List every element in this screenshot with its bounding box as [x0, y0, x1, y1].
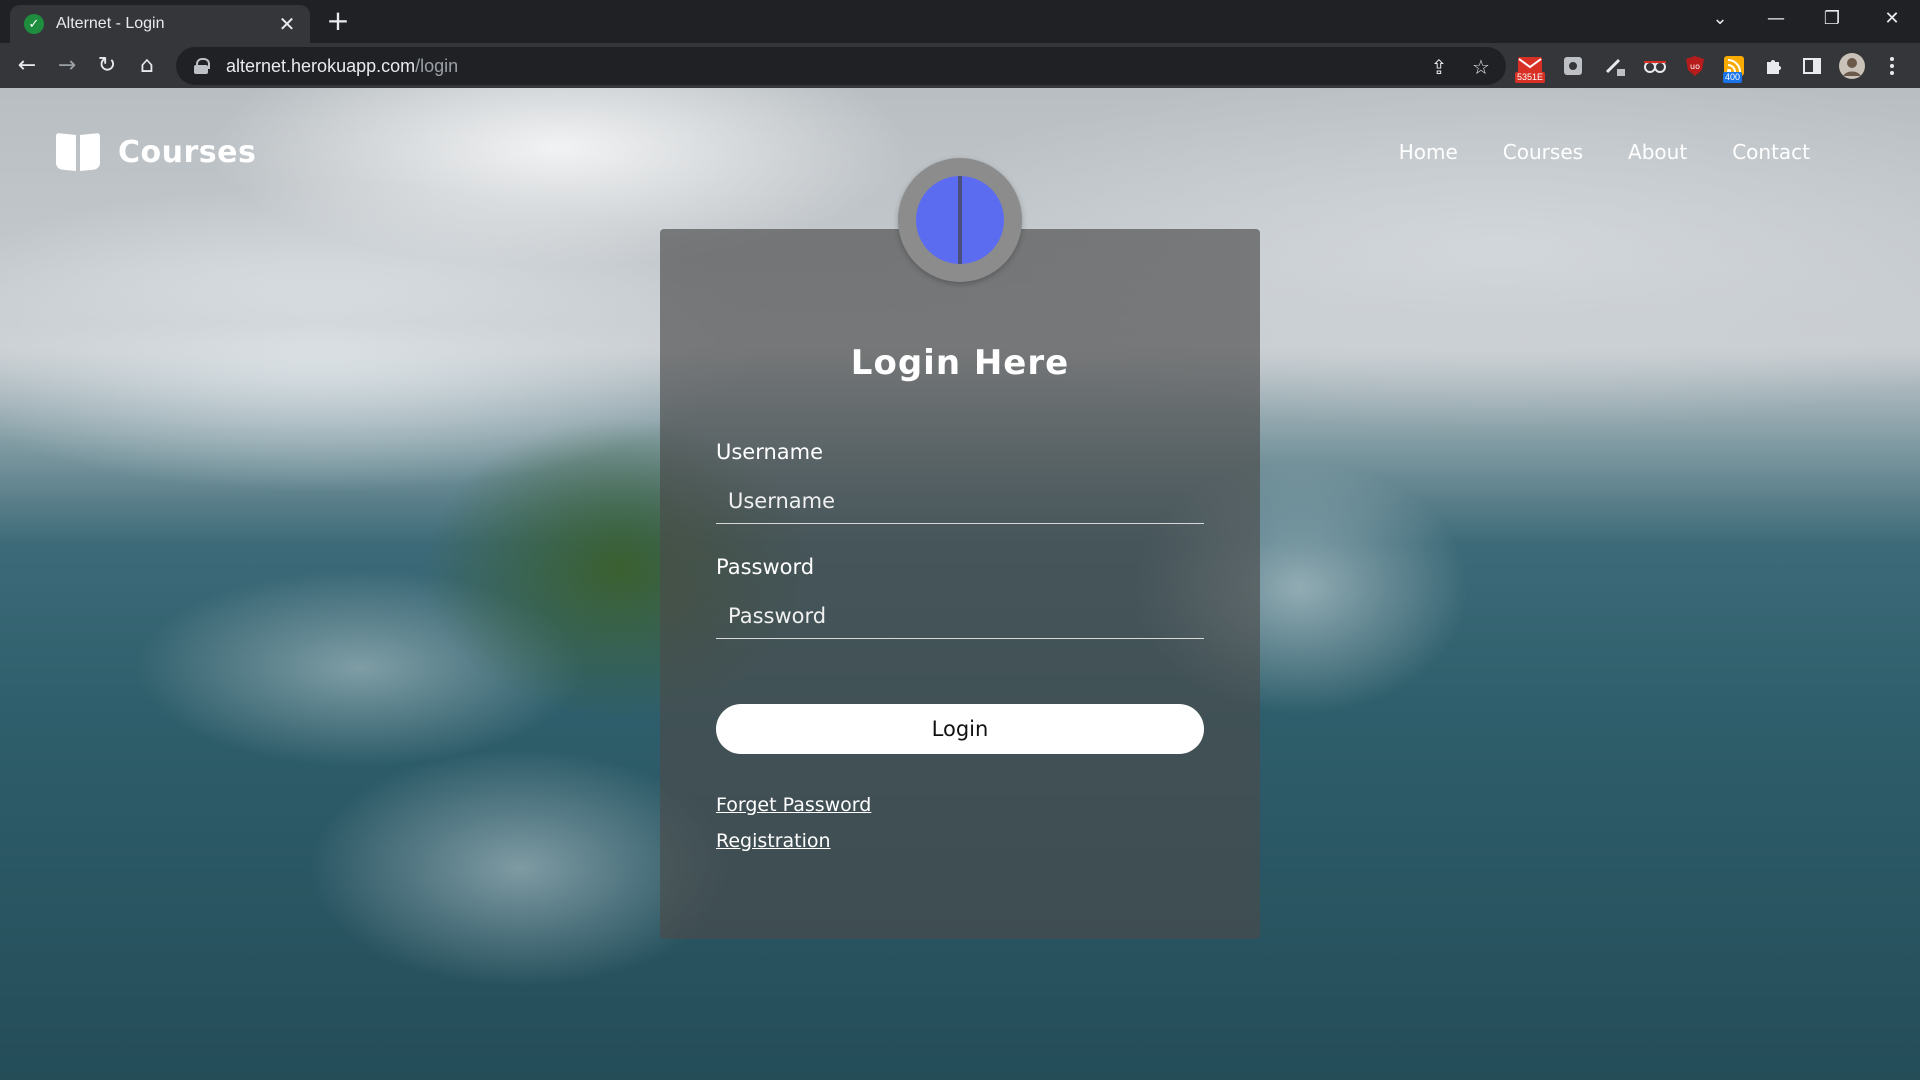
restore-window-icon[interactable]: ❐ [1804, 0, 1860, 38]
username-label: Username [716, 440, 824, 464]
tab-search-chevron-icon[interactable]: ⌄ [1692, 0, 1748, 38]
url-text: alternet.herokuapp.com/login [226, 56, 458, 77]
nav-link-courses[interactable]: Courses [1503, 140, 1583, 164]
side-panel-icon[interactable] [1797, 51, 1827, 81]
url-path: /login [415, 55, 459, 76]
glasses-extension-icon[interactable] [1640, 51, 1670, 81]
site-logo[interactable]: Courses [56, 132, 256, 172]
open-book-icon [56, 132, 100, 172]
lock-icon[interactable] [194, 58, 210, 74]
tab-title: Alternet - Login [56, 15, 165, 32]
bookmark-star-icon[interactable]: ☆ [1470, 56, 1492, 78]
rss-feed-extension-icon[interactable]: 400 [1719, 51, 1749, 83]
username-input[interactable] [716, 478, 1204, 524]
gmail-unread-badge: 5351E [1515, 72, 1546, 83]
minimize-window-icon[interactable]: — [1748, 0, 1804, 38]
share-icon[interactable]: ⇪ [1428, 56, 1450, 78]
login-avatar [898, 158, 1022, 282]
browser-toolbar: ← → ↻ ⌂ alternet.herokuapp.com/login ⇪ ☆… [0, 43, 1920, 88]
home-icon[interactable]: ⌂ [130, 49, 164, 83]
login-title: Login Here [850, 343, 1070, 383]
rss-count-badge: 400 [1723, 72, 1743, 83]
back-arrow-icon[interactable]: ← [10, 49, 44, 83]
site-navigation: Home Courses About Contact [1399, 140, 1810, 164]
pen-tool-extension-icon[interactable] [1600, 51, 1630, 81]
browser-tab-active[interactable]: ✓ Alternet - Login ✕ [10, 5, 310, 43]
tab-close-icon[interactable]: ✕ [276, 12, 298, 36]
svg-text:uo: uo [1690, 62, 1700, 71]
screenshot-extension-icon[interactable] [1558, 51, 1588, 81]
login-button[interactable]: Login [716, 704, 1204, 754]
forward-arrow-icon[interactable]: → [50, 49, 84, 83]
nav-link-about[interactable]: About [1628, 140, 1687, 164]
browser-tabstrip: ✓ Alternet - Login ✕ + ⌄ — ❐ ✕ [0, 0, 1920, 43]
gmail-checker-icon[interactable]: 5351E [1515, 51, 1546, 83]
url-host: alternet.herokuapp.com [226, 55, 416, 76]
profile-avatar-icon[interactable] [1837, 51, 1867, 81]
site-favicon-icon: ✓ [24, 14, 44, 34]
forget-password-link[interactable]: Forget Password [716, 794, 871, 816]
kebab-menu-icon[interactable] [1877, 51, 1907, 81]
page-viewport: Courses Home Courses About Contact Login… [0, 88, 1920, 1080]
user-avatar-icon [916, 176, 1004, 264]
close-window-icon[interactable]: ✕ [1864, 0, 1920, 38]
password-label: Password [716, 555, 815, 579]
extensions-puzzle-icon[interactable] [1759, 51, 1789, 81]
registration-link[interactable]: Registration [716, 830, 831, 852]
ublock-origin-icon[interactable]: uo [1680, 51, 1710, 81]
reload-icon[interactable]: ↻ [90, 49, 124, 83]
address-bar[interactable]: alternet.herokuapp.com/login ⇪ ☆ [176, 47, 1506, 85]
nav-link-contact[interactable]: Contact [1732, 140, 1810, 164]
password-input[interactable] [716, 593, 1204, 639]
site-logo-text: Courses [118, 134, 257, 170]
new-tab-button[interactable]: + [322, 6, 354, 38]
nav-link-home[interactable]: Home [1399, 140, 1458, 164]
